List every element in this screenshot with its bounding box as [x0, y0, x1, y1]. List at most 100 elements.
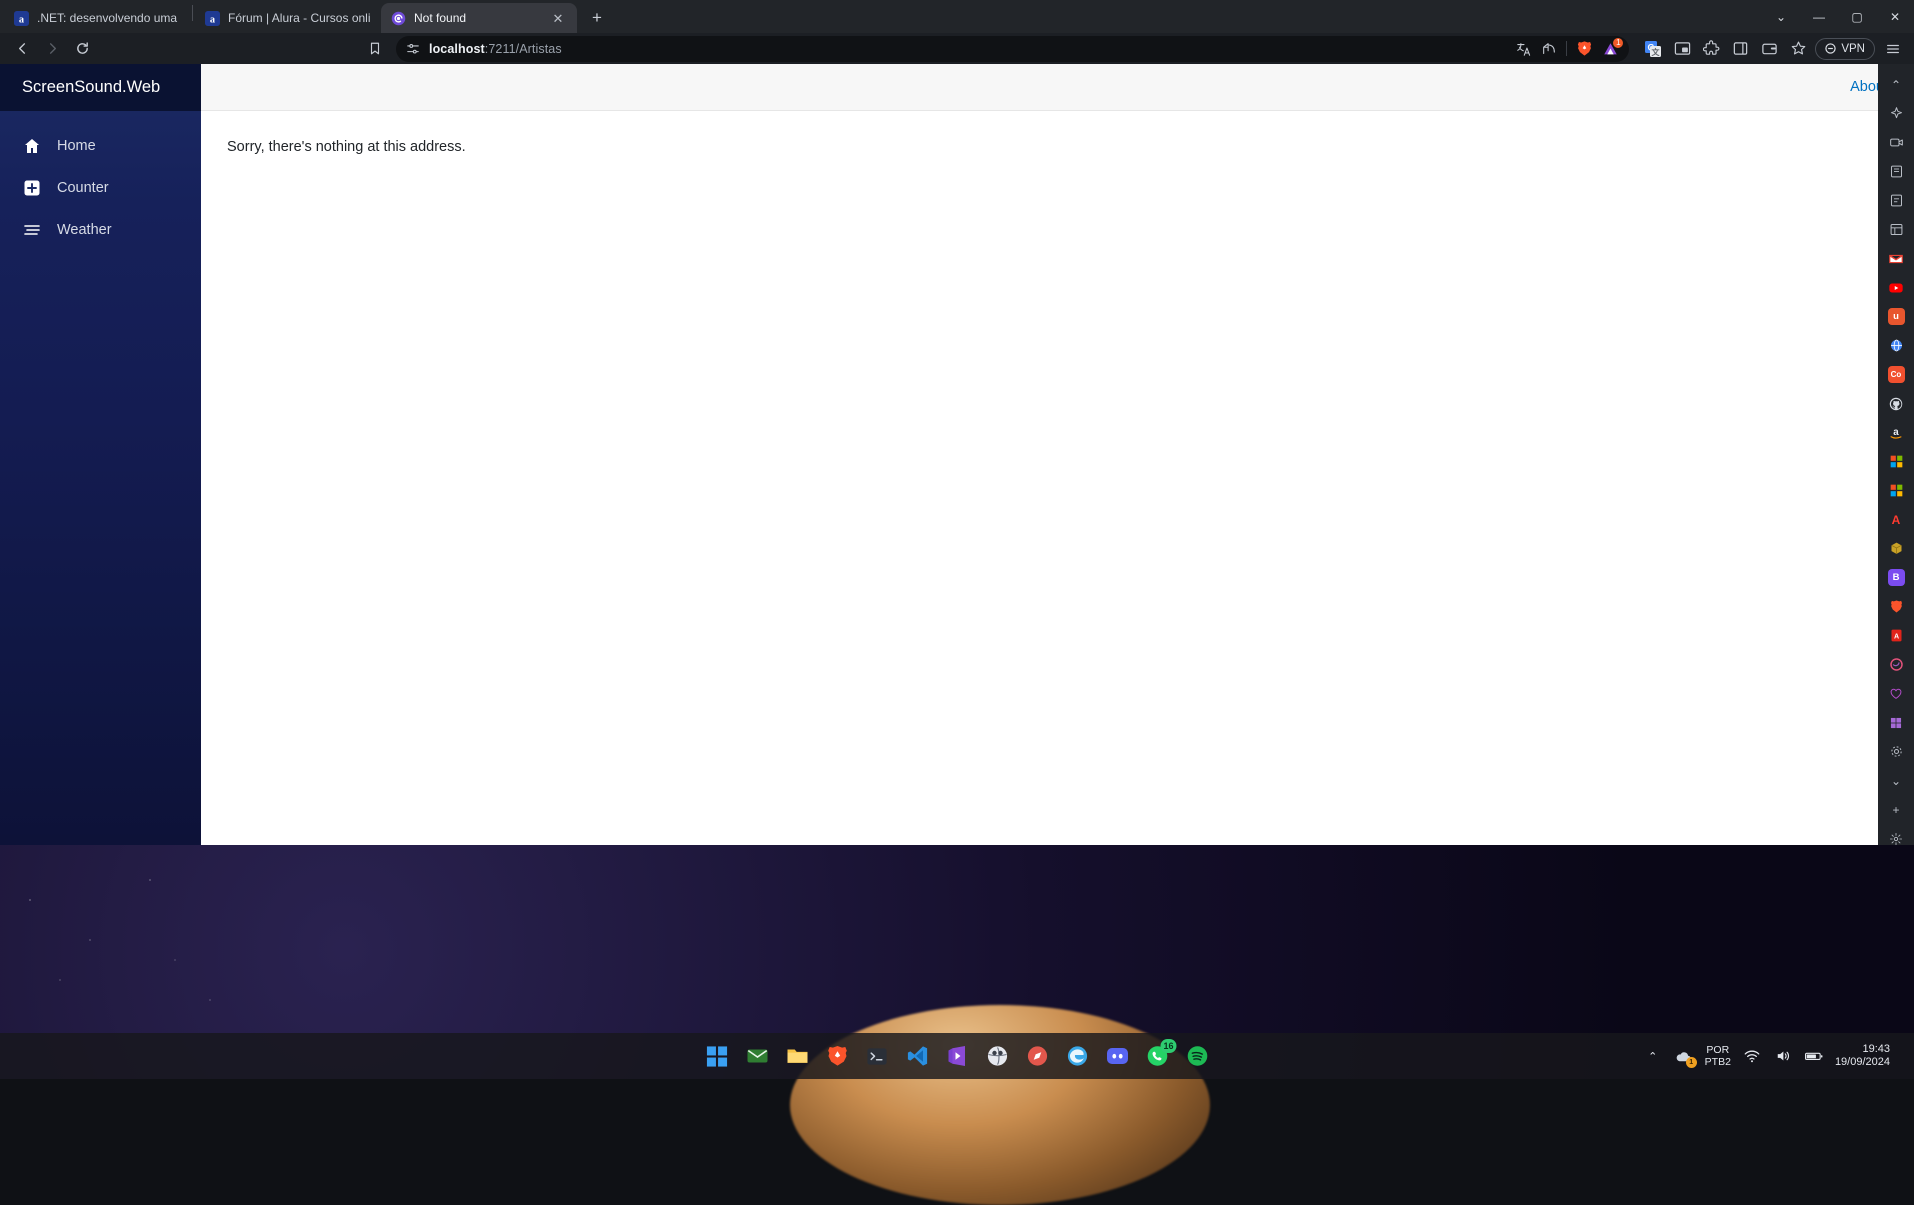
udemy-icon[interactable]: u [1881, 302, 1911, 331]
expand-chevron-down-icon[interactable]: ⌄ [1881, 766, 1911, 795]
page-viewport: ScreenSound.Web Home Counter [0, 64, 1914, 845]
browser-tab-1[interactable]: a .NET: desenvolvendo uma aplicação [4, 3, 190, 33]
visual-studio-code-icon[interactable] [904, 1043, 931, 1070]
list-lines-icon [22, 221, 41, 240]
microsoft-store-icon[interactable] [1881, 447, 1911, 476]
picture-in-picture-icon[interactable] [1670, 37, 1694, 61]
firefox-icon[interactable] [1881, 650, 1911, 679]
brave-rewards-triangle-icon[interactable]: 1 [1602, 41, 1619, 57]
app-brand[interactable]: ScreenSound.Web [0, 64, 201, 111]
blazor-icon [391, 11, 406, 26]
whatsapp-icon[interactable]: 16 [1144, 1043, 1171, 1070]
home-icon [22, 137, 41, 156]
close-window-button[interactable]: ✕ [1876, 0, 1914, 33]
brave-lion-icon[interactable] [1576, 40, 1593, 57]
brave-leo-ai-icon[interactable] [1881, 99, 1911, 128]
settings-gear-icon[interactable] [1881, 737, 1911, 766]
youtube-icon[interactable] [1881, 273, 1911, 302]
tray-overflow-chevron-icon[interactable]: ⌃ [1643, 1046, 1663, 1066]
browser-tab-2[interactable]: a Fórum | Alura - Cursos online de tec [195, 3, 381, 33]
browser-tab-title: .NET: desenvolvendo uma aplicação [37, 11, 180, 25]
start-windows-icon[interactable] [704, 1043, 731, 1070]
back-button[interactable] [8, 36, 36, 62]
rewards-badge: 1 [1612, 37, 1624, 49]
wifi-icon[interactable] [1742, 1046, 1762, 1066]
microsoft-365-icon[interactable] [1881, 476, 1911, 505]
reading-list-icon[interactable] [1881, 186, 1911, 215]
vpn-button[interactable]: VPN [1815, 38, 1875, 60]
brave-talk-icon[interactable] [1881, 128, 1911, 157]
not-found-message: Sorry, there's nothing at this address. [227, 139, 1914, 155]
minimize-button[interactable]: — [1800, 0, 1838, 33]
maximize-button[interactable]: ▢ [1838, 0, 1876, 33]
browser-tab-3-active[interactable]: Not found ✕ [381, 3, 577, 33]
app-nav-menu: Home Counter Weather [0, 111, 201, 251]
amazon-icon[interactable]: a [1881, 418, 1911, 447]
sidebar-item-counter[interactable]: Counter [0, 167, 201, 209]
brave-browser-icon[interactable] [824, 1043, 851, 1070]
tab-search-chevron-icon[interactable]: ⌄ [1762, 0, 1800, 33]
brave-icon[interactable] [1881, 592, 1911, 621]
gmail-icon[interactable] [1881, 244, 1911, 273]
codepen-icon[interactable]: Co [1881, 360, 1911, 389]
add-icon[interactable]: + [1881, 795, 1911, 824]
window-controls: ⌄ — ▢ ✕ [1762, 0, 1914, 33]
google-translate-extension-icon[interactable]: G文 [1641, 37, 1665, 61]
compass-app-icon[interactable] [1024, 1043, 1051, 1070]
edge-browser-icon[interactable] [1064, 1043, 1091, 1070]
volume-icon[interactable] [1773, 1046, 1793, 1066]
github-icon[interactable] [1881, 389, 1911, 418]
bookmarks-icon[interactable] [1881, 157, 1911, 186]
tab-strip: a .NET: desenvolvendo uma aplicação a Fó… [0, 0, 1914, 33]
onedrive-badge: 1 [1686, 1057, 1697, 1068]
heart-icon[interactable] [1881, 679, 1911, 708]
acrobat-icon[interactable]: A [1881, 621, 1911, 650]
share-icon[interactable] [1541, 41, 1557, 57]
brave-wallet-icon[interactable] [1757, 37, 1781, 61]
close-icon[interactable]: ✕ [549, 9, 567, 27]
browser-tab-title: Not found [414, 11, 541, 25]
package-icon[interactable] [1881, 534, 1911, 563]
forward-button[interactable] [38, 36, 66, 62]
codepen-chip: Co [1888, 366, 1905, 383]
sidebar-panel-icon[interactable] [1728, 37, 1752, 61]
adobe-icon[interactable]: A [1881, 505, 1911, 534]
new-tab-button[interactable]: + [583, 4, 611, 32]
address-bar-url: localhost:7211/Artistas [429, 42, 562, 56]
sidebar-item-weather[interactable]: Weather [0, 209, 201, 251]
language-indicator[interactable]: POR PTB2 [1705, 1044, 1731, 1068]
windows-icon[interactable] [1881, 708, 1911, 737]
bookmark-star-icon[interactable] [1786, 37, 1810, 61]
puzzle-piece-icon[interactable] [1699, 37, 1723, 61]
globe-icon[interactable] [1881, 331, 1911, 360]
spotify-icon[interactable] [1184, 1043, 1211, 1070]
system-tray: ⌃ 1 POR PTB2 19:43 19/09/2024 [1643, 1033, 1906, 1079]
battery-icon[interactable] [1804, 1046, 1824, 1066]
visual-studio-icon[interactable] [944, 1043, 971, 1070]
vpn-label: VPN [1841, 43, 1865, 55]
reading-list-bookmark-icon[interactable] [360, 36, 390, 62]
file-explorer-icon[interactable] [784, 1043, 811, 1070]
show-desktop-button[interactable] [1901, 1033, 1906, 1079]
clock-time: 19:43 [1835, 1043, 1890, 1056]
clock[interactable]: 19:43 19/09/2024 [1835, 1043, 1890, 1069]
windows-taskbar: 16 ⌃ 1 POR PTB2 19:43 19/09/2024 [0, 1033, 1914, 1079]
mail-icon[interactable] [744, 1043, 771, 1070]
terminal-icon[interactable] [864, 1043, 891, 1070]
toolbar-divider [1566, 41, 1567, 56]
bitwarden-icon[interactable]: B [1881, 563, 1911, 592]
collapse-chevron-up-icon[interactable]: ⌃ [1881, 70, 1911, 99]
brave-sidebar-strip: ⌃ u Co [1878, 64, 1914, 845]
sidebar-item-home[interactable]: Home [0, 125, 201, 167]
discord-icon[interactable] [1104, 1043, 1131, 1070]
sidebar-settings-icon[interactable] [1881, 824, 1911, 845]
translate-icon[interactable] [1516, 41, 1532, 57]
address-bar[interactable]: localhost:7211/Artistas 1 [396, 36, 1629, 62]
tune-icon[interactable] [406, 42, 420, 56]
hamburger-menu-icon[interactable] [1880, 37, 1906, 61]
playlist-icon[interactable] [1881, 215, 1911, 244]
game-app-icon[interactable] [984, 1043, 1011, 1070]
reload-button[interactable] [68, 36, 96, 62]
onedrive-icon[interactable]: 1 [1674, 1046, 1694, 1066]
svg-text:a: a [210, 14, 215, 25]
